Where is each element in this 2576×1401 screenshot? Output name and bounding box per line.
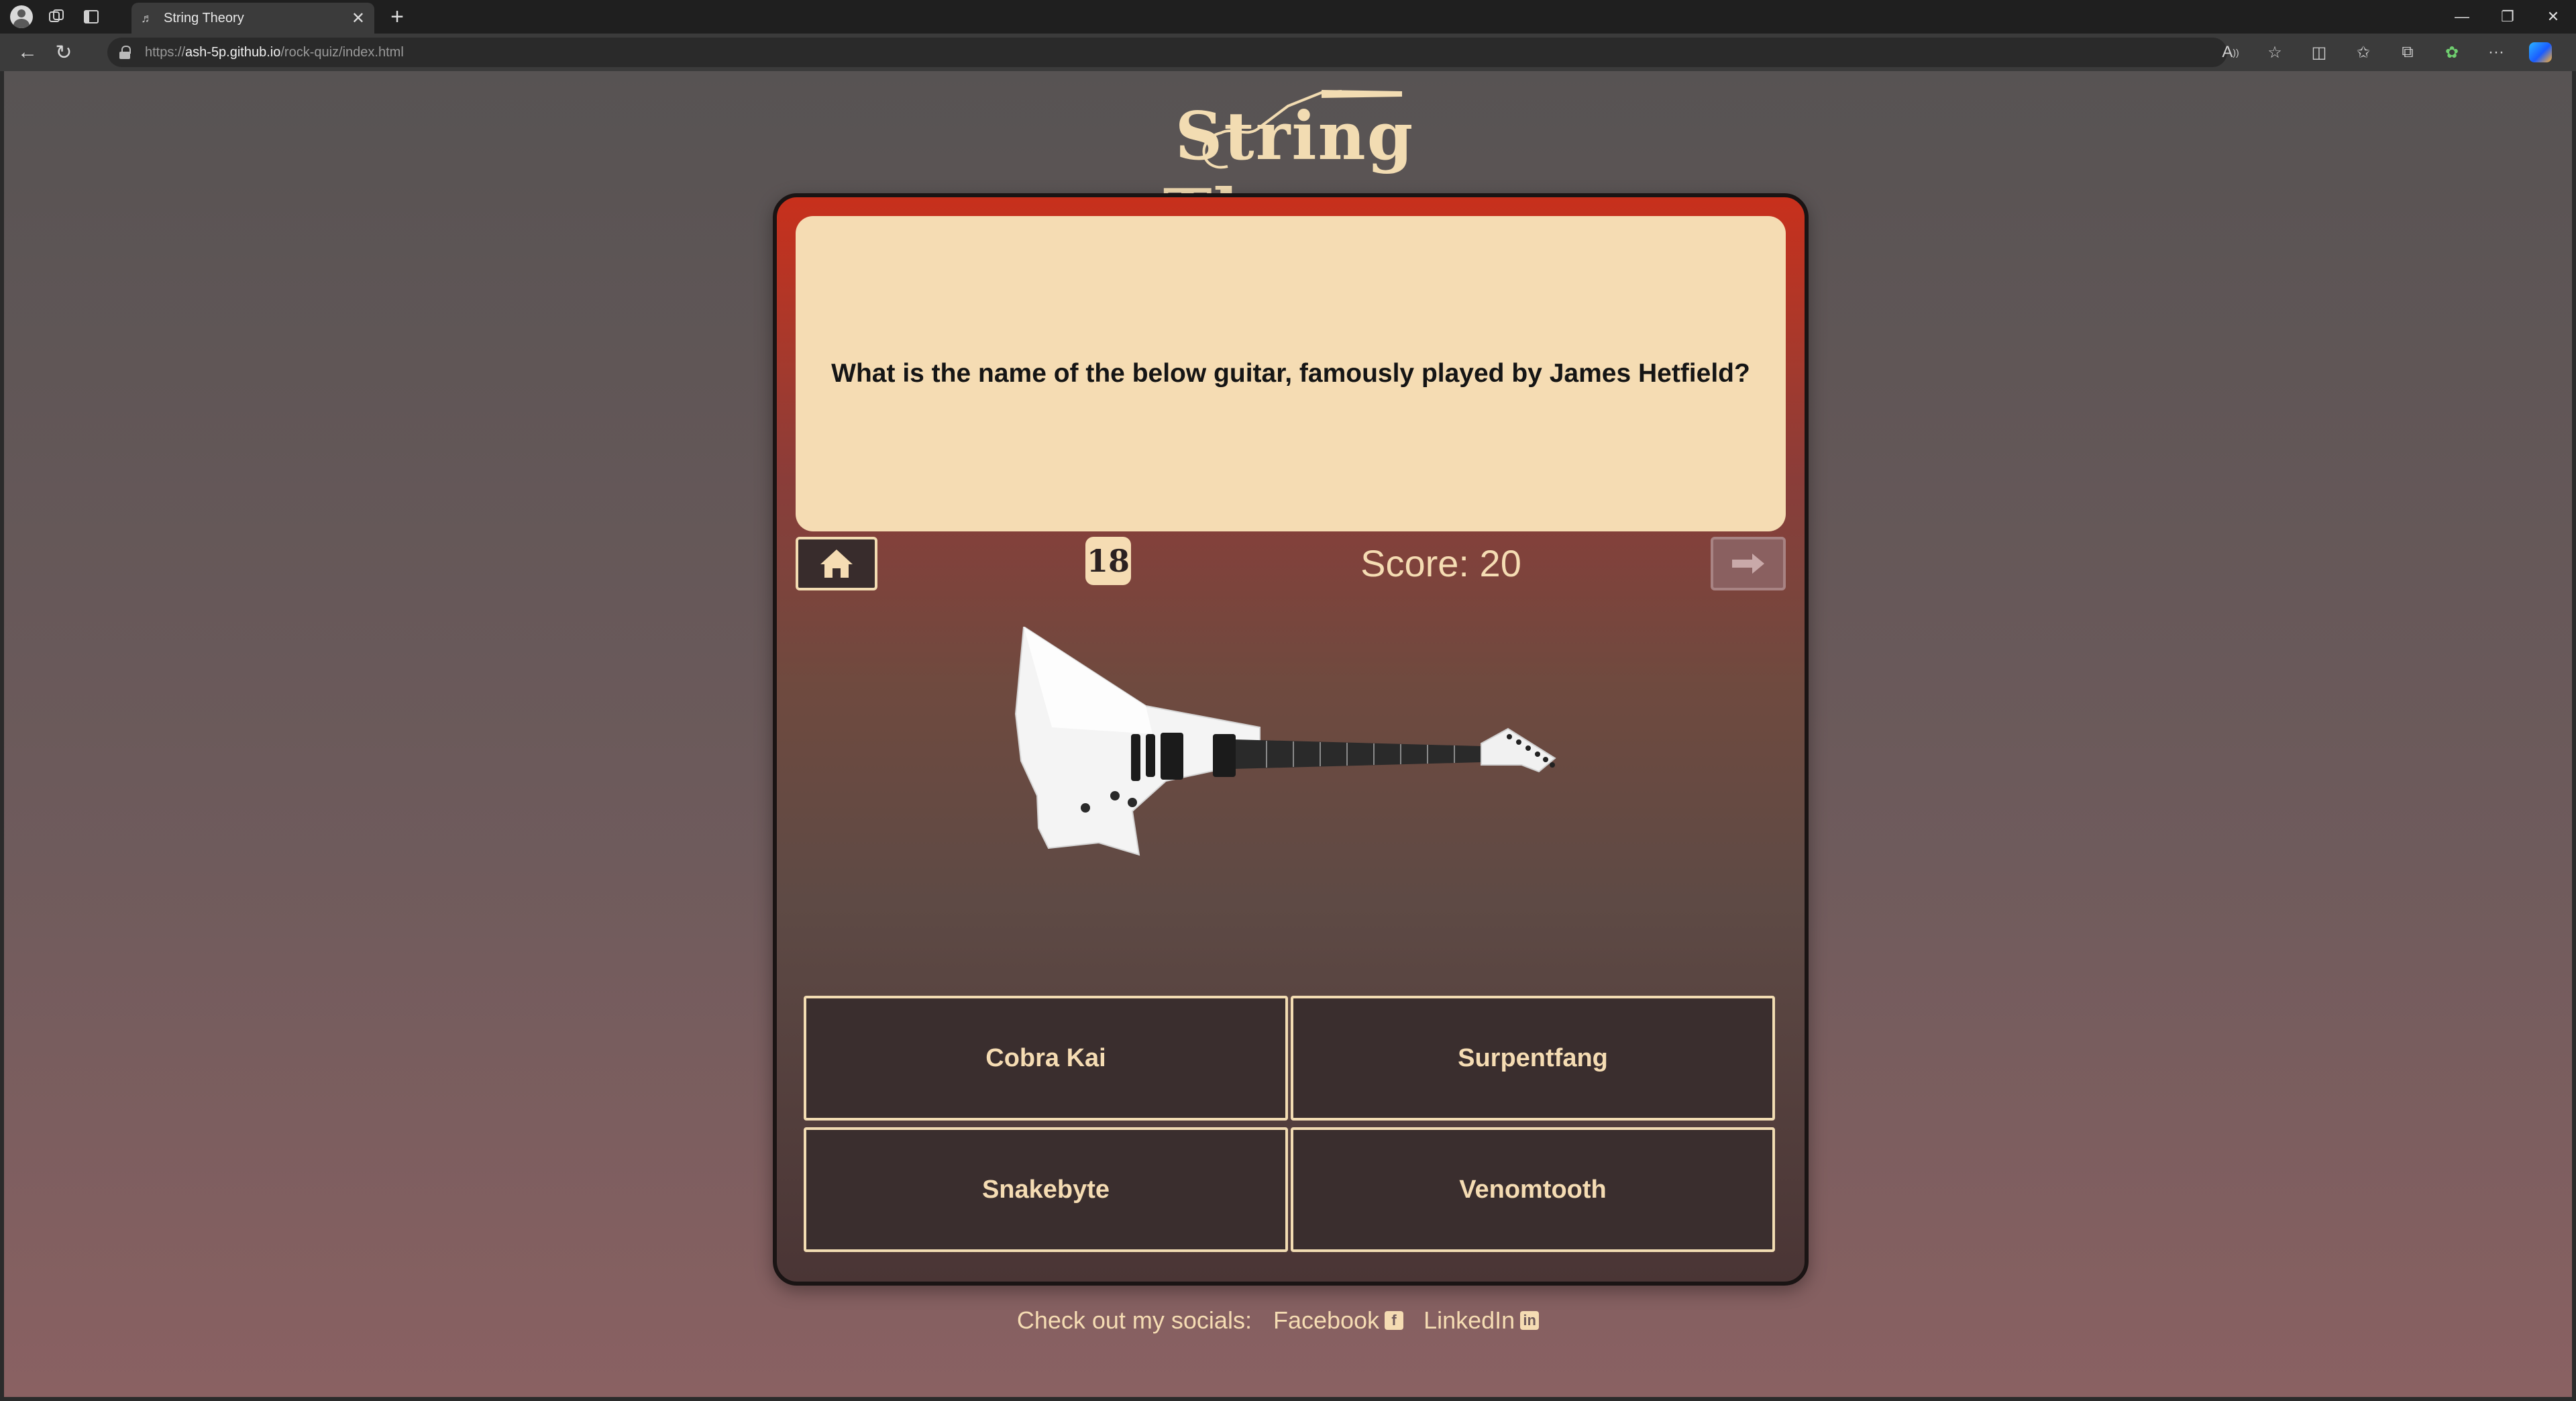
tab-close-icon[interactable]: ✕: [352, 9, 365, 28]
tab-favicon-icon: ♬: [141, 11, 153, 25]
footer: Check out my socials: Facebook f LinkedI…: [4, 1300, 2572, 1341]
answer-grid: Cobra Kai Surpentfang Snakebyte Venomtoo…: [804, 996, 1778, 1259]
read-aloud-icon[interactable]: A)): [2208, 34, 2253, 71]
tab-title: String Theory: [164, 10, 244, 25]
arrow-right-icon: [1732, 554, 1764, 574]
home-icon: [820, 550, 853, 578]
browser-titlebar: ♬ String Theory ✕ + — ❐ ✕: [0, 0, 2576, 34]
restore-icon[interactable]: ❐: [2485, 0, 2530, 34]
url-path: /rock-quiz/index.html: [280, 44, 404, 60]
split-screen-icon[interactable]: ◫: [2297, 34, 2341, 71]
site-logo[interactable]: String Theory: [1120, 86, 1469, 252]
home-button[interactable]: [796, 537, 877, 590]
guitar-image: [1014, 627, 1556, 856]
favorite-star-icon[interactable]: ☆: [2253, 34, 2297, 71]
extension-icon[interactable]: ✿: [2430, 34, 2474, 71]
vertical-tabs-icon[interactable]: [78, 3, 105, 30]
refresh-icon[interactable]: ↻: [46, 34, 82, 70]
lock-icon[interactable]: [119, 46, 131, 59]
new-tab-icon[interactable]: +: [384, 4, 411, 31]
facebook-link-label: Facebook: [1273, 1306, 1380, 1334]
quiz-card: What is the name of the below guitar, fa…: [773, 193, 1809, 1286]
url-scheme: https://: [145, 44, 186, 60]
browser-toolbar: ← ↻ https://ash-5p.github.io/rock-quiz/i…: [0, 34, 2576, 71]
linkedin-icon: in: [1520, 1311, 1540, 1330]
linkedin-link-label: LinkedIn: [1424, 1306, 1515, 1334]
window-controls: — ❐ ✕: [2439, 0, 2576, 34]
answer-button-2[interactable]: Surpentfang: [1291, 996, 1775, 1121]
close-window-icon[interactable]: ✕: [2530, 0, 2576, 34]
answer-button-4[interactable]: Venomtooth: [1291, 1127, 1775, 1252]
question-text: What is the name of the below guitar, fa…: [831, 359, 1750, 388]
minimize-icon[interactable]: —: [2439, 0, 2485, 34]
favorites-icon[interactable]: ✩: [2341, 34, 2385, 71]
url-host: ash-5p.github.io: [185, 44, 281, 60]
browser-tab-active[interactable]: ♬ String Theory ✕: [131, 3, 374, 34]
back-icon[interactable]: ←: [9, 34, 46, 70]
socials-label: Check out my socials:: [1016, 1306, 1252, 1334]
address-bar[interactable]: https://ash-5p.github.io/rock-quiz/index…: [107, 38, 2227, 67]
page-viewport: String Theory What is the name of the be…: [4, 71, 2572, 1397]
browser-tools: A)) ☆ ◫ ✩ ⧉ ✿ ···: [2208, 34, 2563, 71]
answer-button-3[interactable]: Snakebyte: [804, 1127, 1288, 1252]
facebook-icon: f: [1385, 1311, 1404, 1330]
facebook-link[interactable]: Facebook f: [1273, 1306, 1404, 1335]
score-display: Score: 20: [1360, 542, 1521, 584]
more-options-icon[interactable]: ···: [2474, 34, 2518, 71]
collections-icon[interactable]: ⧉: [2385, 34, 2430, 71]
profile-icon[interactable]: [8, 3, 35, 30]
copilot-icon[interactable]: [2518, 34, 2563, 71]
workspaces-icon[interactable]: [43, 3, 70, 30]
next-button[interactable]: [1711, 537, 1786, 590]
question-counter: 18: [1085, 537, 1131, 585]
answer-button-1[interactable]: Cobra Kai: [804, 996, 1288, 1121]
linkedin-link[interactable]: LinkedIn in: [1424, 1306, 1540, 1335]
question-panel: What is the name of the below guitar, fa…: [796, 216, 1786, 531]
